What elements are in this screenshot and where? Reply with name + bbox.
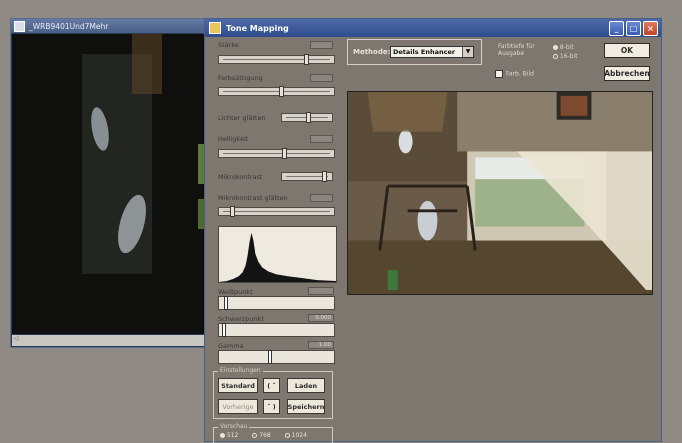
speichern-button[interactable]: Speichern bbox=[287, 399, 325, 414]
method-label: Methode: bbox=[353, 48, 391, 56]
level-label-weisspunkt: Weißpunkt bbox=[218, 288, 253, 296]
ok-button[interactable]: OK bbox=[604, 43, 650, 58]
level-label-schwarzpunkt: Schwarzpunkt bbox=[218, 315, 264, 323]
slider-value-staerke[interactable] bbox=[310, 41, 333, 49]
background-photo bbox=[12, 34, 204, 334]
chevron-down-icon[interactable]: ▼ bbox=[462, 47, 473, 57]
slider-label-mikrokontrast: Mikrokontrast bbox=[218, 173, 263, 181]
slider-thumb[interactable] bbox=[322, 171, 327, 182]
slider-lichter-glaetten[interactable] bbox=[281, 112, 333, 123]
slider-thumb[interactable] bbox=[230, 206, 235, 217]
slider-farbsaettigung[interactable] bbox=[218, 86, 335, 97]
background-image-window[interactable]: _WRB9401Und7Mehr ◁ bbox=[10, 18, 206, 348]
method-selected-value: Details Enhancer bbox=[393, 48, 456, 56]
level-value-gamma[interactable]: 1.00 bbox=[308, 341, 334, 349]
radio-selected-icon bbox=[220, 433, 225, 438]
slider-thumb[interactable] bbox=[282, 148, 287, 159]
background-window-statusbar: ◁ bbox=[12, 335, 204, 346]
slider-label-helligkeit: Helligkeit bbox=[218, 135, 249, 143]
slider-label-mikrokontrast-glaetten: Mikrokontrast glätten bbox=[218, 194, 288, 202]
maximize-button[interactable]: □ bbox=[626, 21, 641, 36]
level-value-weisspunkt[interactable] bbox=[308, 287, 334, 295]
radio-icon bbox=[284, 433, 290, 438]
level-slider-schwarzpunkt[interactable] bbox=[218, 323, 335, 337]
standard-button[interactable]: Standard bbox=[218, 378, 258, 393]
slider-label-lichter-glaetten: Lichter glätten bbox=[218, 114, 266, 122]
method-select[interactable]: Details Enhancer ▼ bbox=[390, 46, 474, 58]
slider-mikrokontrast[interactable] bbox=[281, 171, 333, 182]
app-icon bbox=[209, 22, 221, 34]
preview-size-option-512[interactable]: 512 bbox=[220, 432, 238, 439]
slider-label-staerke: Stärke bbox=[218, 41, 239, 49]
bit-depth-option-8[interactable]: 8-bit bbox=[553, 43, 578, 52]
method-group: Methode: Details Enhancer ▼ bbox=[347, 39, 482, 65]
slider-thumb[interactable] bbox=[306, 112, 311, 123]
color-image-checkbox[interactable]: Farb. Bild bbox=[495, 70, 534, 78]
slider-value-farbsaettigung[interactable] bbox=[310, 74, 333, 82]
level-slider-gamma[interactable] bbox=[218, 350, 335, 364]
slider-value-helligkeit[interactable] bbox=[310, 135, 333, 143]
level-slider-weisspunkt[interactable] bbox=[218, 296, 335, 310]
image-icon bbox=[14, 20, 25, 32]
tone-mapping-dialog[interactable]: Tone Mapping _ □ × Stärke Farbsättigung … bbox=[204, 18, 662, 443]
preview-size-option-1024[interactable]: 1024 bbox=[284, 432, 307, 439]
slider-staerke[interactable] bbox=[218, 54, 335, 65]
vorherige-button[interactable]: Vorherige bbox=[218, 399, 258, 414]
histogram bbox=[218, 226, 337, 283]
preview-image bbox=[347, 91, 653, 295]
level-label-gamma: Gamma bbox=[218, 342, 244, 350]
dialog-titlebar[interactable]: Tone Mapping _ □ × bbox=[205, 19, 661, 37]
dialog-title: Tone Mapping bbox=[226, 23, 289, 33]
slider-thumb[interactable] bbox=[279, 86, 284, 97]
redo-button[interactable]: ˆ ) bbox=[263, 399, 280, 414]
radio-selected-icon bbox=[553, 45, 558, 50]
level-thumb[interactable] bbox=[268, 350, 272, 364]
slider-label-farbsaettigung: Farbsättigung bbox=[218, 74, 263, 82]
preview-size-option-768[interactable]: 768 bbox=[252, 432, 271, 439]
level-thumb[interactable] bbox=[224, 296, 228, 310]
background-window-titlebar[interactable]: _WRB9401Und7Mehr bbox=[11, 19, 205, 33]
settings-group-legend: Einstellungen bbox=[218, 367, 263, 374]
undo-button[interactable]: ( ˆ bbox=[263, 378, 280, 393]
bit-depth-label: Farbtiefe für Ausgabe bbox=[498, 43, 535, 57]
level-thumb[interactable] bbox=[222, 323, 226, 337]
slider-helligkeit[interactable] bbox=[218, 148, 335, 159]
bit-depth-option-16[interactable]: 16-bit bbox=[553, 52, 578, 61]
preview-size-group-legend: Vorschau bbox=[218, 423, 250, 430]
laden-button[interactable]: Laden bbox=[287, 378, 325, 393]
background-window-title: _WRB9401Und7Mehr bbox=[29, 21, 109, 31]
bit-depth-options: 8-bit 16-bit bbox=[553, 43, 578, 61]
radio-icon bbox=[252, 433, 258, 438]
slider-value-mikrokontrast-glaetten[interactable] bbox=[310, 194, 333, 202]
slider-thumb[interactable] bbox=[304, 54, 309, 65]
checkbox-icon[interactable] bbox=[495, 70, 503, 78]
radio-icon bbox=[553, 54, 558, 59]
slider-mikrokontrast-glaetten[interactable] bbox=[218, 206, 335, 217]
level-value-schwarzpunkt[interactable]: 0.000 bbox=[308, 314, 334, 322]
cancel-button[interactable]: Abbrechen bbox=[604, 66, 650, 81]
close-button[interactable]: × bbox=[643, 21, 658, 36]
minimize-button[interactable]: _ bbox=[609, 21, 624, 36]
preview-size-group: Vorschau 512 768 1024 bbox=[213, 423, 333, 443]
